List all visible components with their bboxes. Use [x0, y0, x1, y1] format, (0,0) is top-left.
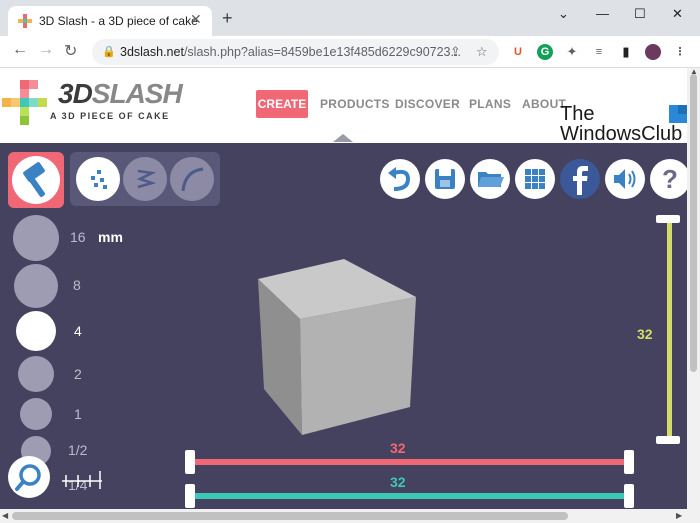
menu-kebab-icon[interactable]: ⋮: [672, 44, 688, 60]
sound-icon: [614, 169, 636, 189]
size-label-2: 2: [74, 366, 82, 382]
horizontal-scrollbar[interactable]: ◀ ▶: [0, 509, 700, 523]
browser-toolbar: ← → ↻ 🔒 3dslash.net/slash.php?alias=8459…: [0, 36, 700, 68]
size-label-8: 8: [73, 277, 81, 293]
create-button[interactable]: CREATE: [256, 90, 308, 118]
grid-button[interactable]: [515, 159, 555, 199]
z-slider-bottom-handle[interactable]: [656, 436, 680, 444]
save-icon: [435, 169, 455, 189]
hammer-tool-button[interactable]: [8, 152, 64, 208]
size-option-1[interactable]: [20, 398, 52, 430]
tool-group: [70, 152, 220, 206]
open-folder-button[interactable]: [470, 159, 510, 199]
reload-icon[interactable]: ↻: [64, 41, 77, 61]
chevron-down-icon[interactable]: ⌄: [558, 6, 569, 22]
z-axis-slider[interactable]: [667, 220, 672, 440]
magnifier-icon: [15, 464, 41, 491]
zigzag-icon: [136, 169, 157, 189]
dots-icon: [91, 170, 107, 189]
favicon-icon: [18, 14, 32, 28]
watermark-logo-icon: [669, 105, 687, 123]
size-label-1: 1: [74, 406, 82, 422]
extension-u-icon[interactable]: U: [510, 44, 526, 60]
dots-tool-button[interactable]: [76, 157, 120, 201]
profile-avatar[interactable]: [645, 44, 661, 60]
sound-button[interactable]: [605, 159, 645, 199]
scroll-left-icon[interactable]: ◀: [2, 511, 8, 520]
nav-products[interactable]: PRODUCTS: [320, 97, 390, 111]
x-axis-value: 32: [390, 440, 406, 456]
extensions-puzzle-icon[interactable]: ✦: [564, 44, 580, 60]
size-option-16[interactable]: [13, 215, 59, 261]
size-option-2[interactable]: [18, 356, 54, 392]
tab-title: 3D Slash - a 3D piece of cake: [39, 14, 198, 28]
collapse-caret-icon[interactable]: [333, 134, 353, 142]
facebook-icon: [573, 166, 588, 195]
curve-tool-button[interactable]: [170, 157, 214, 201]
size-option-4[interactable]: [16, 311, 56, 351]
scroll-right-icon[interactable]: ▶: [676, 511, 682, 520]
zigzag-tool-button[interactable]: [123, 157, 167, 201]
maximize-icon[interactable]: ☐: [634, 6, 646, 22]
3d-cube-model[interactable]: [256, 259, 418, 435]
address-bar[interactable]: 🔒 3dslash.net/slash.php?alias=8459be1e13…: [92, 39, 499, 65]
editor-workspace[interactable]: 16 mm 8 4 2 1 1/2 1/4: [0, 143, 687, 509]
nav-discover[interactable]: DISCOVER: [395, 97, 460, 111]
browser-tab[interactable]: 3D Slash - a 3D piece of cake ✕: [8, 6, 212, 36]
y-slider-left-handle[interactable]: [185, 484, 195, 508]
unit-label: mm: [98, 229, 123, 245]
new-tab-button[interactable]: +: [222, 9, 233, 27]
url-domain: 3dslash.net: [120, 45, 184, 59]
media-control-icon[interactable]: ≡: [591, 44, 607, 60]
size-option-8[interactable]: [14, 264, 58, 308]
minimize-icon[interactable]: —: [596, 6, 609, 21]
url-path: /slash.php?alias=8459be1e13f485d6229c907…: [183, 45, 461, 59]
side-panel-icon[interactable]: ▮: [618, 44, 634, 60]
folder-icon: [478, 172, 504, 187]
y-slider-right-handle[interactable]: [624, 484, 634, 508]
facebook-button[interactable]: [560, 159, 600, 199]
curve-icon: [181, 167, 204, 192]
logo-text[interactable]: 3DSLASH: [58, 78, 183, 110]
size-label-16: 16: [70, 229, 86, 245]
hammer-icon: [23, 162, 45, 197]
tagline: A 3D PIECE OF CAKE: [50, 111, 170, 121]
back-icon[interactable]: ←: [12, 41, 28, 59]
z-slider-top-handle[interactable]: [656, 215, 680, 223]
forward-icon[interactable]: →: [38, 41, 54, 59]
ruler-icon: [62, 471, 102, 489]
watermark: The WindowsClub: [560, 103, 683, 145]
y-axis-value: 32: [390, 474, 406, 490]
x-axis-slider[interactable]: 32: [185, 440, 634, 474]
undo-icon: [388, 167, 411, 191]
logo-mark-icon: [2, 80, 47, 125]
tab-close-icon[interactable]: ✕: [190, 11, 202, 28]
x-slider-right-handle[interactable]: [624, 450, 634, 474]
bookmark-star-icon[interactable]: ☆: [476, 44, 488, 60]
save-button[interactable]: [425, 159, 465, 199]
share-icon[interactable]: ⇪: [450, 44, 461, 60]
y-axis-slider[interactable]: 32: [185, 474, 634, 508]
nav-plans[interactable]: PLANS: [469, 97, 511, 111]
horizontal-scroll-thumb[interactable]: [12, 512, 568, 520]
grammarly-icon[interactable]: G: [537, 44, 553, 60]
help-button[interactable]: ?: [650, 159, 687, 199]
x-slider-left-handle[interactable]: [185, 450, 195, 474]
window-close-icon[interactable]: ✕: [672, 6, 683, 22]
grid-icon: [525, 169, 545, 189]
size-label-4: 4: [74, 323, 82, 339]
browser-tab-bar: 3D Slash - a 3D piece of cake ✕ + ⌄ — ☐ …: [0, 0, 700, 36]
help-icon: ?: [662, 164, 678, 194]
z-axis-value: 32: [637, 326, 653, 342]
zoom-button[interactable]: [8, 456, 50, 498]
vertical-scrollbar[interactable]: ▲: [687, 67, 700, 509]
vertical-scroll-thumb[interactable]: [690, 74, 697, 372]
lock-icon: 🔒: [102, 46, 116, 58]
size-label-half: 1/2: [68, 442, 88, 458]
undo-button[interactable]: [380, 159, 420, 199]
